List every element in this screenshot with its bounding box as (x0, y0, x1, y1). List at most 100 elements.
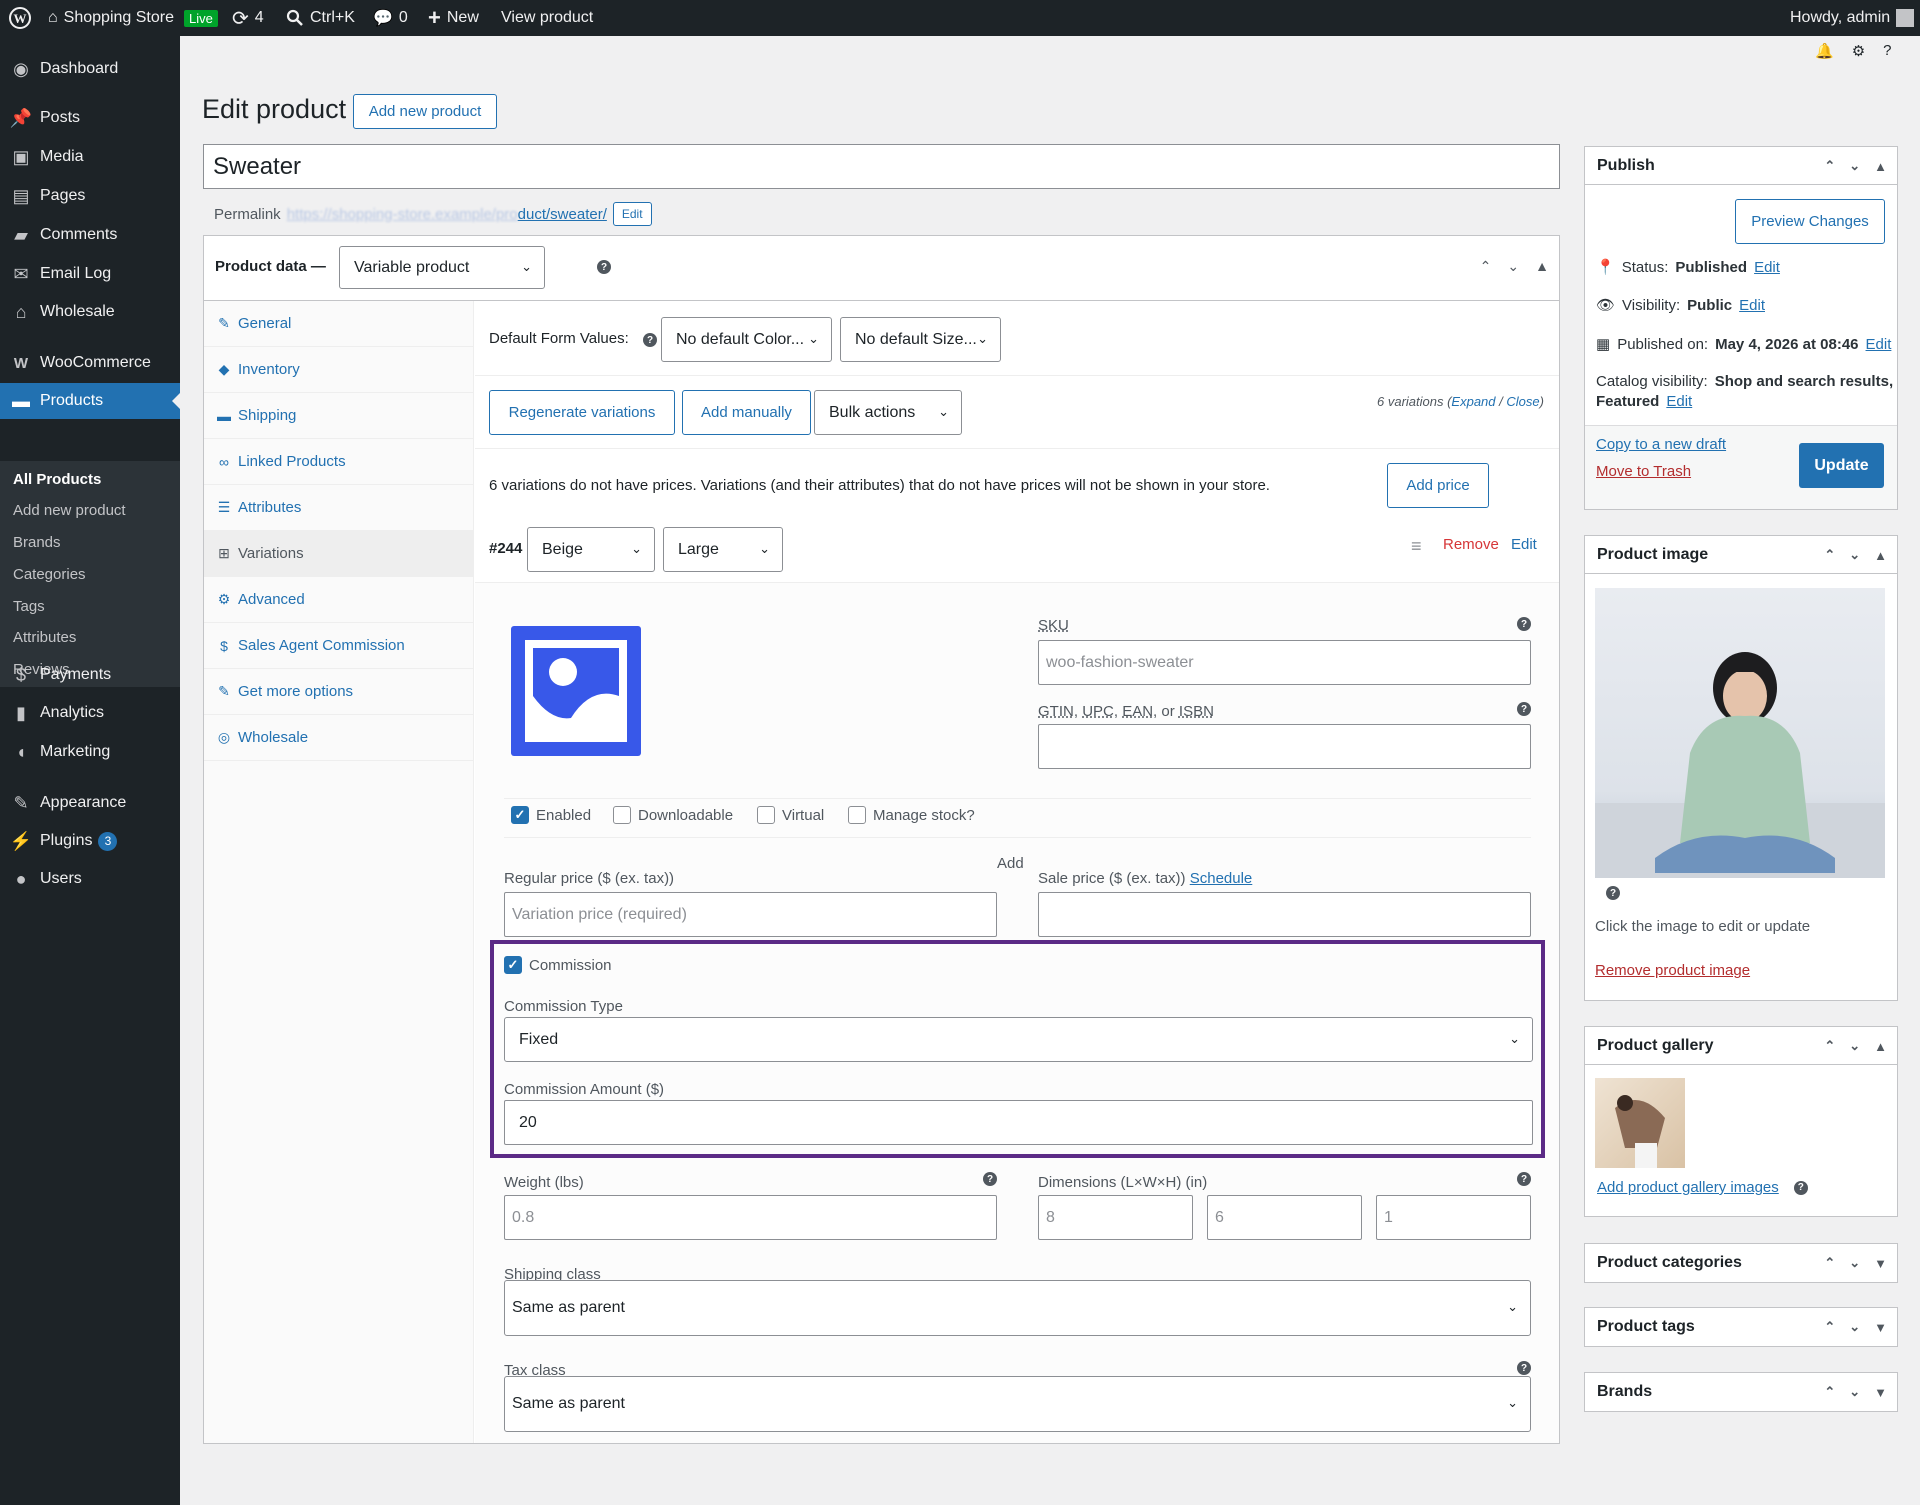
sku-input[interactable]: woo-fashion-sweater (1038, 640, 1531, 685)
sidebar-item-appearance[interactable]: ✎ Appearance (0, 785, 180, 821)
new-content-link[interactable]: + New (428, 0, 479, 36)
toggle-arrow-icon[interactable]: ▲ (1535, 258, 1549, 275)
gallery-image-thumbnail[interactable] (1595, 1078, 1685, 1168)
toggle-arrow-icon[interactable]: ▲ (1874, 1039, 1887, 1054)
default-size-select[interactable]: No default Size... ⌄ (840, 317, 1001, 362)
sidebar-item-marketing[interactable]: ◖ Marketing (0, 734, 180, 770)
drag-handle-icon[interactable]: ≡ (1411, 536, 1422, 557)
variation-size-select[interactable]: Large ⌄ (663, 527, 783, 572)
add-new-product-button[interactable]: Add new product (353, 94, 497, 129)
sidebar-item-woocommerce[interactable]: W WooCommerce (0, 345, 180, 381)
sale-price-input[interactable] (1038, 892, 1531, 937)
submenu-attributes[interactable]: Attributes (13, 629, 76, 646)
sidebar-item-wholesale[interactable]: ⌂ Wholesale (0, 294, 180, 330)
edit-variation-link[interactable]: Edit (1511, 536, 1537, 553)
remove-image-link[interactable]: Remove product image (1595, 962, 1750, 979)
enabled-checkbox[interactable]: ✓ Enabled (511, 806, 591, 824)
account-menu[interactable]: Howdy, admin (1790, 0, 1915, 36)
commission-amount-input[interactable]: 20 (504, 1100, 1533, 1145)
sidebar-item-products[interactable]: ▬ Products (0, 383, 180, 419)
weight-input[interactable]: 0.8 (504, 1195, 997, 1240)
view-product-link[interactable]: View product (501, 0, 593, 36)
permalink-edit-button[interactable]: Edit (612, 202, 652, 226)
chevron-up-icon[interactable]: ⌃ (1824, 1038, 1835, 1054)
help-icon[interactable]: ? (1517, 617, 1531, 631)
visibility-edit-link[interactable]: Edit (1739, 297, 1765, 314)
downloadable-checkbox[interactable]: Downloadable (613, 806, 733, 824)
width-input[interactable]: 6 (1207, 1195, 1362, 1240)
close-link[interactable]: Close (1506, 394, 1539, 409)
help-icon[interactable]: ? (1606, 886, 1620, 900)
tab-inventory[interactable]: ◆ Inventory (204, 347, 474, 393)
commission-type-select[interactable]: Fixed ⌄ (504, 1017, 1533, 1062)
bell-icon[interactable]: 🔔 (1815, 42, 1834, 64)
comments-link[interactable]: 💬 0 (373, 0, 408, 36)
help-icon[interactable]: ? (643, 333, 657, 347)
tab-wholesale[interactable]: ◎ Wholesale (204, 715, 474, 761)
tab-get-more-options[interactable]: ✎ Get more options (204, 669, 474, 715)
status-edit-link[interactable]: Edit (1754, 259, 1780, 276)
chevron-down-icon[interactable]: ⌄ (1849, 1255, 1860, 1271)
site-name-link[interactable]: ⌂ Shopping Store Live (48, 0, 218, 36)
chevron-up-icon[interactable]: ⌃ (1480, 258, 1492, 275)
toggle-arrow-icon[interactable]: ▲ (1874, 159, 1887, 174)
chevron-up-icon[interactable]: ⌃ (1824, 158, 1835, 174)
submenu-tags[interactable]: Tags (13, 598, 45, 615)
remove-variation-link[interactable]: Remove (1443, 536, 1499, 553)
chevron-down-icon[interactable]: ⌄ (1507, 258, 1519, 275)
variation-color-select[interactable]: Beige ⌄ (527, 527, 655, 572)
sidebar-item-media[interactable]: ▣ Media (0, 139, 180, 175)
sidebar-item-users[interactable]: ● Users (0, 861, 180, 897)
date-edit-link[interactable]: Edit (1866, 336, 1892, 353)
commission-checkbox[interactable]: ✓ Commission (504, 956, 612, 974)
submenu-brands[interactable]: Brands (13, 534, 61, 551)
submenu-categories[interactable]: Categories (13, 566, 86, 583)
help-icon[interactable]: ? (597, 260, 611, 274)
tab-attributes[interactable]: ☰ Attributes (204, 485, 474, 531)
sidebar-item-analytics[interactable]: ▮ Analytics (0, 695, 180, 731)
regenerate-variations-button[interactable]: Regenerate variations (489, 390, 675, 435)
sidebar-item-payments[interactable]: $ Payments (0, 657, 180, 693)
product-image[interactable] (1595, 588, 1885, 878)
height-input[interactable]: 1 (1376, 1195, 1531, 1240)
virtual-checkbox[interactable]: Virtual (757, 806, 824, 824)
submenu-add-new-product[interactable]: Add new product (13, 502, 126, 519)
submenu-all-products[interactable]: All Products (13, 471, 101, 488)
chevron-up-icon[interactable]: ⌃ (1824, 1255, 1835, 1271)
manage-stock-checkbox[interactable]: Manage stock? (848, 806, 975, 824)
gear-icon[interactable]: ⚙ (1852, 42, 1865, 64)
add-price-button[interactable]: Add price (1387, 463, 1489, 508)
command-search[interactable]: Ctrl+K (286, 0, 355, 36)
chevron-down-icon[interactable]: ⌄ (1849, 1384, 1860, 1400)
move-to-trash-link[interactable]: Move to Trash (1596, 463, 1691, 480)
regular-price-input[interactable]: Variation price (required) (504, 892, 997, 937)
product-title-input[interactable]: Sweater (203, 144, 1560, 189)
toggle-arrow-icon[interactable]: ▲ (1874, 548, 1887, 563)
length-input[interactable]: 8 (1038, 1195, 1193, 1240)
help-icon[interactable]: ? (983, 1172, 997, 1186)
default-color-select[interactable]: No default Color... ⌄ (661, 317, 832, 362)
shipping-class-select[interactable]: Same as parent ⌄ (504, 1280, 1531, 1336)
sidebar-item-plugins[interactable]: ⚡ Plugins 3 (0, 823, 180, 859)
gtin-input[interactable] (1038, 724, 1531, 769)
preview-changes-button[interactable]: Preview Changes (1735, 199, 1885, 244)
sidebar-item-pages[interactable]: ▤ Pages (0, 178, 180, 214)
toggle-arrow-icon[interactable]: ▼ (1874, 1320, 1887, 1335)
tab-sales-agent-commission[interactable]: $ Sales Agent Commission (204, 623, 474, 669)
tax-class-select[interactable]: Same as parent ⌄ (504, 1376, 1531, 1432)
wordpress-logo-icon[interactable]: W (8, 0, 32, 36)
tab-shipping[interactable]: ▬ Shipping (204, 393, 474, 439)
toggle-arrow-icon[interactable]: ▼ (1874, 1256, 1887, 1271)
bulk-actions-select[interactable]: Bulk actions ⌄ (814, 390, 962, 435)
variation-image-placeholder[interactable] (511, 626, 641, 756)
help-icon[interactable]: ? (1517, 1172, 1531, 1186)
permalink-url[interactable]: duct/sweater/ (518, 206, 607, 223)
chevron-down-icon[interactable]: ⌄ (1849, 547, 1860, 563)
help-icon[interactable]: ? (1517, 1361, 1531, 1375)
tab-linked-products[interactable]: ∞ Linked Products (204, 439, 474, 485)
sidebar-item-email-log[interactable]: ✉ Email Log (0, 256, 180, 292)
permalink-url-hidden[interactable]: https://shopping-store.example/pro (287, 206, 518, 223)
tab-general[interactable]: ✎ General (204, 301, 474, 347)
help-icon[interactable]: ? (1517, 702, 1531, 716)
expand-link[interactable]: Expand (1451, 394, 1495, 409)
